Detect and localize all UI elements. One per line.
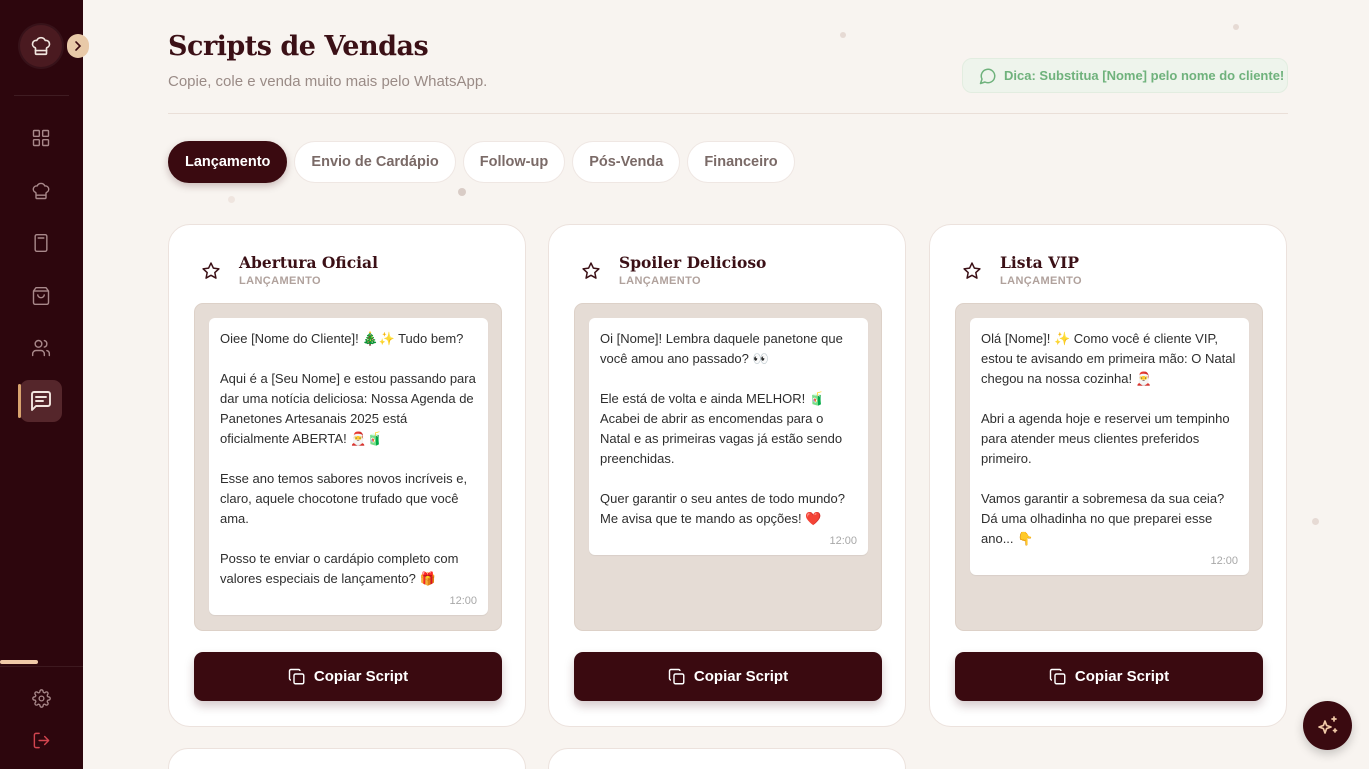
card-category: LANÇAMENTO <box>239 275 322 287</box>
card-title: Spoiler Delicioso <box>619 253 767 272</box>
card-title: Abertura Oficial <box>239 253 378 272</box>
card-title: Lista VIP <box>1000 253 1080 272</box>
message-paragraph: Quer garantir o seu antes de todo mundo?… <box>600 491 845 526</box>
message-bubble: Olá [Nome]! ✨ Como você é cliente VIP, e… <box>970 318 1249 575</box>
script-card-next-row <box>168 748 526 769</box>
copy-script-label: Copiar Script <box>313 668 409 685</box>
background-dot <box>228 196 235 203</box>
copy-script-button[interactable]: Copiar Script <box>574 652 882 701</box>
collapse-sidebar-button[interactable] <box>67 34 89 58</box>
copy-icon <box>288 668 305 684</box>
gear-icon <box>31 688 51 708</box>
message-paragraph: Ele está de volta e ainda MELHOR! 🧃 Acab… <box>600 391 843 466</box>
background-dot <box>458 188 466 196</box>
tip-text: Dica: Substitua [Nome] pelo nome do clie… <box>1004 68 1285 83</box>
chef-hat-icon <box>31 36 51 56</box>
message-bubble: Oiee [Nome do Cliente]! 🎄✨ Tudo bem? Aqu… <box>209 318 488 615</box>
header-divider <box>168 113 1288 114</box>
shopping-bag-icon <box>32 286 50 306</box>
tab-financeiro[interactable]: Financeiro <box>687 141 795 183</box>
nav-active-indicator <box>18 384 21 418</box>
background-dot <box>1312 518 1319 525</box>
message-paragraph: Olá [Nome]! ✨ Como você é cliente VIP, e… <box>981 331 1236 386</box>
copy-icon <box>668 668 685 684</box>
message-circle-icon <box>979 68 996 84</box>
tab-envio-de-cardapio[interactable]: Envio de Cardápio <box>294 141 456 183</box>
card-header: Lista VIP LANÇAMENTO <box>962 253 1082 287</box>
ai-assistant-button[interactable] <box>1303 701 1352 750</box>
nav-recipes[interactable] <box>28 178 54 204</box>
message-paragraph: Oi [Nome]! Lembra daquele panetone que v… <box>600 331 843 366</box>
star-icon[interactable] <box>581 261 601 281</box>
script-card: Spoiler Delicioso LANÇAMENTO Oi [Nome]! … <box>548 224 906 727</box>
calculator-icon <box>34 233 48 253</box>
nav-settings[interactable] <box>28 685 54 711</box>
logo[interactable] <box>20 25 62 67</box>
message-paragraph: Vamos garantir a sobremesa da sua ceia? … <box>981 491 1225 546</box>
background-dot <box>1233 24 1239 30</box>
nav-calculator[interactable] <box>28 230 54 256</box>
card-category: LANÇAMENTO <box>619 275 702 287</box>
sidebar-progress <box>0 660 38 664</box>
card-header: Spoiler Delicioso LANÇAMENTO <box>581 253 766 287</box>
message-time: 12:00 <box>829 535 857 547</box>
script-card-next-row <box>548 748 906 769</box>
message-paragraph: Esse ano temos sabores novos incríveis e… <box>220 471 468 526</box>
copy-script-button[interactable]: Copiar Script <box>194 652 502 701</box>
star-icon[interactable] <box>201 261 221 281</box>
message-paragraph: Aqui é a [Seu Nome] e estou passando par… <box>220 371 476 446</box>
card-header: Abertura Oficial LANÇAMENTO <box>201 253 378 287</box>
tab-follow-up[interactable]: Follow-up <box>462 141 566 183</box>
copy-script-button[interactable]: Copiar Script <box>955 652 1263 701</box>
chevron-right-icon <box>75 41 82 51</box>
copy-script-label: Copiar Script <box>693 668 789 685</box>
whatsapp-preview: Oi [Nome]! Lembra daquele panetone que v… <box>574 303 882 631</box>
message-paragraph: Posso te enviar o cardápio completo com … <box>220 551 459 586</box>
message-bubble: Oi [Nome]! Lembra daquele panetone que v… <box>589 318 868 555</box>
nav-logout[interactable] <box>28 727 54 753</box>
sidebar-divider <box>14 95 69 96</box>
message-square-text-icon <box>31 391 51 411</box>
page-title: Scripts de Vendas <box>168 31 429 62</box>
tip-banner: Dica: Substitua [Nome] pelo nome do clie… <box>962 58 1288 93</box>
message-paragraph: Oiee [Nome do Cliente]! 🎄✨ Tudo bem? <box>220 331 464 346</box>
background-dot <box>840 32 846 38</box>
copy-script-label: Copiar Script <box>1074 668 1170 685</box>
star-icon[interactable] <box>962 261 982 281</box>
sparkles-icon <box>1317 715 1337 734</box>
copy-icon <box>1049 668 1066 684</box>
nav-dashboard[interactable] <box>28 125 54 151</box>
script-card: Abertura Oficial LANÇAMENTO Oiee [Nome d… <box>168 224 526 727</box>
chef-hat-icon <box>32 182 50 200</box>
tab-pos-venda[interactable]: Pós-Venda <box>572 141 681 183</box>
script-card: Lista VIP LANÇAMENTO Olá [Nome]! ✨ Como … <box>929 224 1287 727</box>
message-time: 12:00 <box>1210 555 1238 567</box>
nav-orders[interactable] <box>28 283 54 309</box>
message-time: 12:00 <box>449 595 477 607</box>
nav-clients[interactable] <box>28 335 54 361</box>
logout-icon <box>33 732 49 748</box>
whatsapp-preview: Oiee [Nome do Cliente]! 🎄✨ Tudo bem? Aqu… <box>194 303 502 631</box>
sidebar-divider-bottom <box>0 666 83 667</box>
message-paragraph: Abri a agenda hoje e reservei um tempinh… <box>981 411 1230 466</box>
tab-lancamento[interactable]: Lançamento <box>168 141 288 183</box>
sidebar <box>0 0 89 769</box>
nav-scripts-icon-wrap[interactable] <box>28 388 54 414</box>
whatsapp-preview: Olá [Nome]! ✨ Como você é cliente VIP, e… <box>955 303 1263 631</box>
card-category: LANÇAMENTO <box>1000 275 1083 287</box>
users-icon <box>31 339 51 357</box>
script-category-tabs: Lançamento Envio de Cardápio Follow-up P… <box>168 141 795 183</box>
dashboard-icon <box>32 129 50 147</box>
page-subtitle: Copie, cole e venda muito mais pelo What… <box>168 73 488 90</box>
